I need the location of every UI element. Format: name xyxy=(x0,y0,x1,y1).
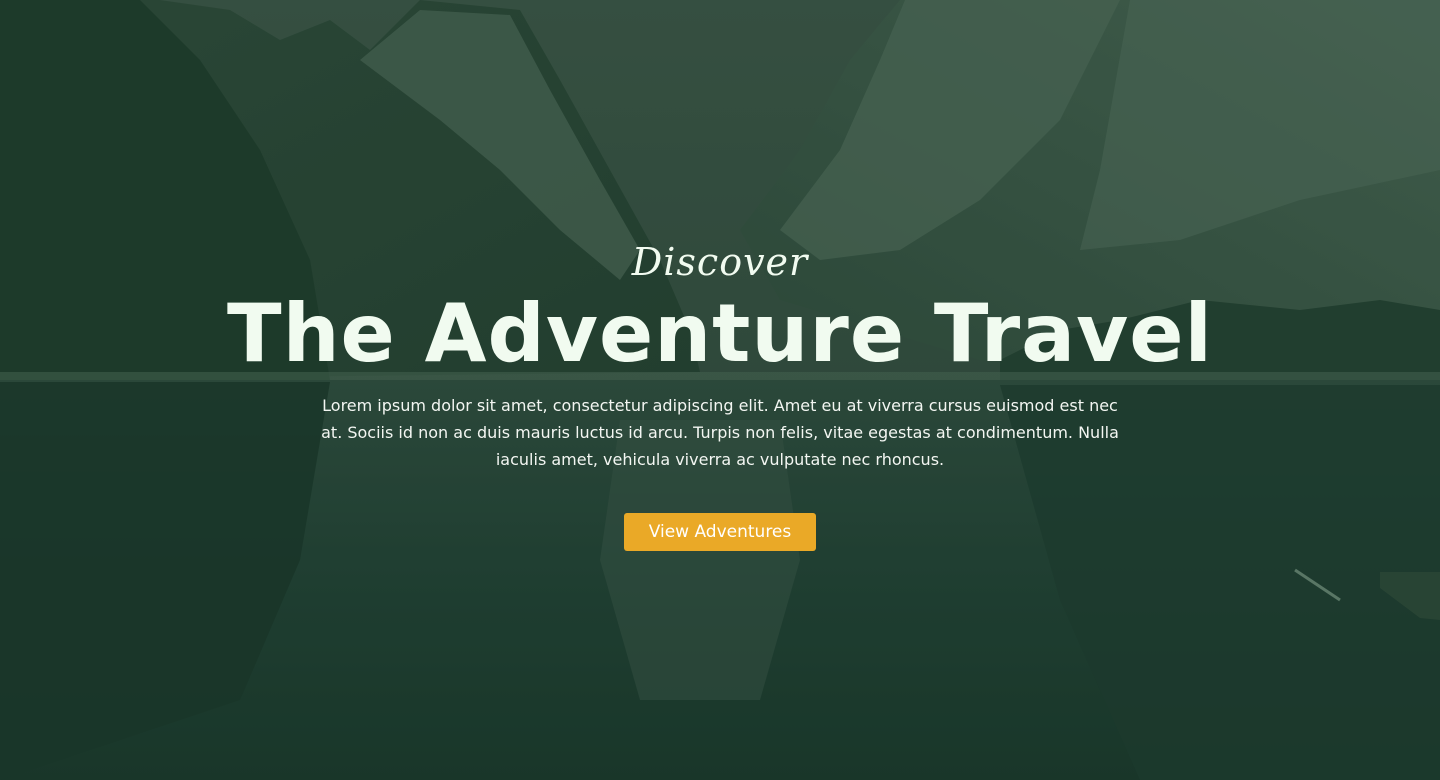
hero-content: Discover The Adventure Travel Lorem ipsu… xyxy=(0,0,1440,780)
hero-description: Lorem ipsum dolor sit amet, consectetur … xyxy=(321,396,1119,469)
hero-section: Discover The Adventure Travel Lorem ipsu… xyxy=(0,0,1440,780)
hero-kicker: Discover xyxy=(631,240,809,284)
view-adventures-button[interactable]: View Adventures xyxy=(624,513,816,551)
hero-title: The Adventure Travel xyxy=(227,287,1213,380)
